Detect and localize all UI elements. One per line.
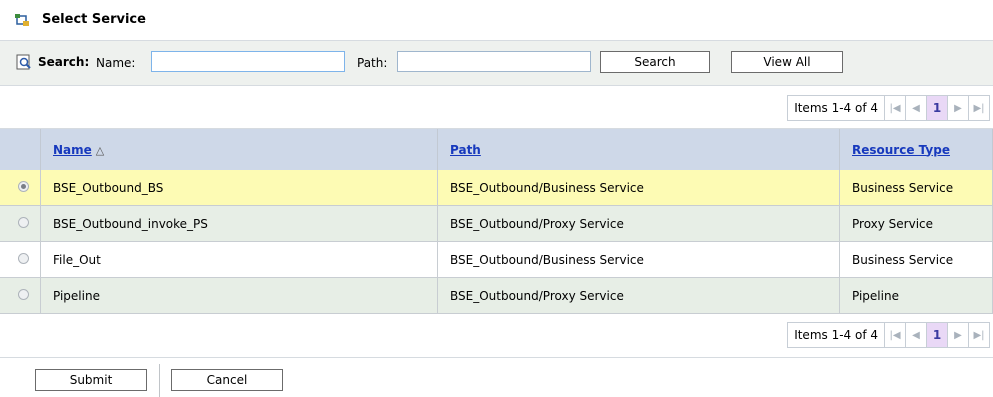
table-header: Name △ Path Resource Type [0,129,993,170]
current-page[interactable]: 1 [926,322,948,348]
service-path: BSE_Outbound/Proxy Service [437,277,840,314]
view-all-button[interactable]: View All [731,51,843,73]
first-page-icon[interactable]: |◀ [884,95,906,121]
last-page-icon[interactable]: ▶| [968,95,990,121]
service-name: BSE_Outbound_BS [40,170,438,206]
items-count-text: Items 1-4 of 4 [787,322,885,348]
table-row[interactable]: File_Out BSE_Outbound/Business Service B… [0,241,993,278]
first-page-icon[interactable]: |◀ [884,322,906,348]
row-radio-button[interactable] [18,216,29,228]
row-radio-button[interactable] [18,180,29,192]
service-path: BSE_Outbound/Business Service [437,170,840,206]
submit-button[interactable]: Submit [35,369,147,391]
service-name: File_Out [40,241,438,278]
cancel-button[interactable]: Cancel [171,369,283,391]
path-label: Path: [357,56,388,70]
title-bar: Select Service [0,0,993,41]
search-label: Search: [38,55,90,69]
prev-page-icon[interactable]: ◀ [905,322,927,348]
next-page-icon[interactable]: ▶ [947,322,969,348]
path-search-input[interactable] [397,51,591,72]
table-row[interactable]: BSE_Outbound_BS BSE_Outbound/Business Se… [0,170,993,206]
name-search-input[interactable] [151,51,345,72]
next-page-icon[interactable]: ▶ [947,95,969,121]
search-bar: Search: Name: Path: Search View All [0,41,993,86]
service-name: Pipeline [40,277,438,314]
name-sort-link[interactable]: Name [53,143,92,157]
table-row[interactable]: BSE_Outbound_invoke_PS BSE_Outbound/Prox… [0,205,993,242]
row-radio-button[interactable] [18,252,29,264]
prev-page-icon[interactable]: ◀ [905,95,927,121]
resource-type: Business Service [839,170,993,206]
resource-type-sort-link[interactable]: Resource Type [852,143,950,157]
button-divider [159,364,160,397]
current-page[interactable]: 1 [926,95,948,121]
service-name: BSE_Outbound_invoke_PS [40,205,438,242]
path-sort-link[interactable]: Path [450,143,481,157]
divider [0,357,993,358]
items-count-text: Items 1-4 of 4 [787,95,885,121]
select-service-dialog: Select Service Search: Name: Path: Searc… [0,0,993,397]
name-column-header[interactable]: Name △ [40,129,438,170]
resource-type: Pipeline [839,277,993,314]
resource-type-column-header[interactable]: Resource Type [839,129,993,170]
last-page-icon[interactable]: ▶| [968,322,990,348]
name-label: Name: [96,56,136,70]
service-path: BSE_Outbound/Proxy Service [437,205,840,242]
service-tree-icon [15,14,29,26]
service-table: Name △ Path Resource Type BSE_Outbound_BS… [0,129,993,314]
pager-bottom: Items 1-4 of 4 |◀ ◀ 1 ▶ ▶| [787,322,990,348]
dialog-title: Select Service [42,12,146,27]
table-row[interactable]: Pipeline BSE_Outbound/Proxy Service Pipe… [0,277,993,314]
resource-type: Business Service [839,241,993,278]
service-path: BSE_Outbound/Business Service [437,241,840,278]
pager-top: Items 1-4 of 4 |◀ ◀ 1 ▶ ▶| [787,95,990,121]
search-icon [16,54,31,70]
sort-ascending-icon: △ [95,143,105,157]
search-button[interactable]: Search [600,51,710,73]
row-radio-button[interactable] [18,288,29,300]
resource-type: Proxy Service [839,205,993,242]
path-column-header[interactable]: Path [437,129,840,170]
select-column-header [0,129,41,170]
